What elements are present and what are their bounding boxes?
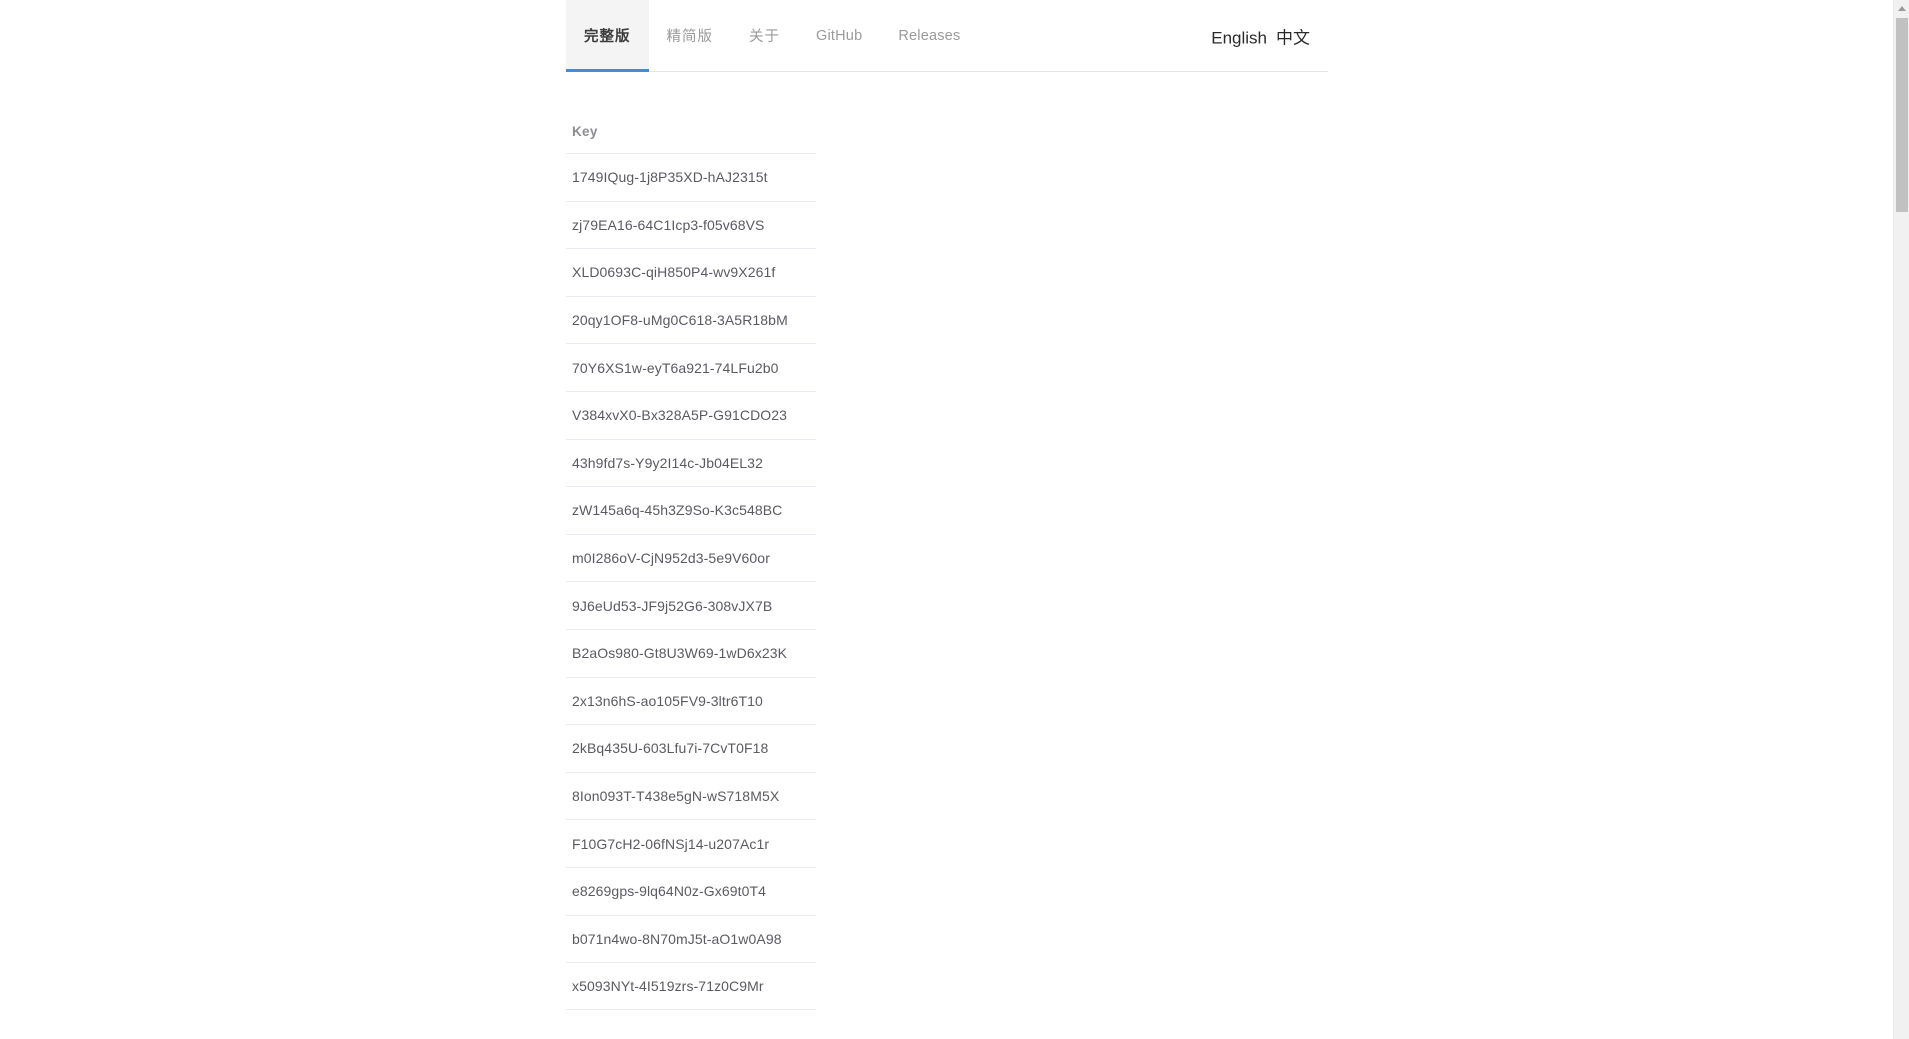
table-row[interactable]: x5093NYt-4I519zrs-71z0C9Mr [566, 962, 816, 1010]
table-row[interactable]: 8Ion093T-T438e5gN-wS718M5X [566, 771, 816, 820]
tab-full[interactable]: 完整版 [566, 0, 649, 72]
language-option-english[interactable]: English [1211, 28, 1267, 48]
language-option-chinese[interactable]: 中文 [1276, 23, 1310, 48]
page-scrollbar[interactable] [1893, 0, 1909, 1039]
language-switcher: English 中文 [1211, 23, 1310, 48]
table-row[interactable]: e8269gps-9lq64N0z-Gx69t0T4 [566, 866, 816, 915]
table-row[interactable]: 2x13n6hS-ao105FV9-3ltr6T10 [566, 676, 816, 725]
table-row[interactable]: V384xvX0-Bx328A5P-G91CDO23 [566, 390, 816, 439]
key-table: Key 1749IQug-1j8P35XD-hAJ2315t zj79EA16-6… [566, 112, 816, 1010]
table-row[interactable]: 20qy1OF8-uMg0C618-3A5R18bM [566, 295, 816, 344]
table-row[interactable]: m0I286oV-CjN952d3-5e9V60or [566, 533, 816, 582]
table-row[interactable]: B2aOs980-Gt8U3W69-1wD6x23K [566, 628, 816, 677]
table-header-key: Key [572, 124, 598, 139]
table-row[interactable]: zj79EA16-64C1Icp3-f05v68VS [566, 200, 816, 249]
top-navigation-bar: 完整版 精简版 关于 GitHub Releases English 中文 [566, 0, 1328, 72]
table-row[interactable]: 43h9fd7s-Y9y2I14c-Jb04EL32 [566, 438, 816, 487]
table-row[interactable]: zW145a6q-45h3Z9So-K3c548BC [566, 486, 816, 534]
tab-about[interactable]: 关于 [731, 0, 798, 71]
table-row[interactable]: XLD0693C-qiH850P4-wv9X261f [566, 248, 816, 296]
table-row[interactable]: b071n4wo-8N70mJ5t-aO1w0A98 [566, 914, 816, 963]
table-row[interactable]: 70Y6XS1w-eyT6a921-74LFu2b0 [566, 343, 816, 391]
tab-releases[interactable]: Releases [880, 0, 978, 71]
content-column: 完整版 精简版 关于 GitHub Releases English 中文 Key 17… [566, 0, 1328, 1010]
table-row[interactable]: 2kBq435U-603Lfu7i-7CvT0F18 [566, 724, 816, 772]
table-row[interactable]: 1749IQug-1j8P35XD-hAJ2315t [566, 153, 816, 201]
page-root: 完整版 精简版 关于 GitHub Releases English 中文 Key 17… [0, 0, 1909, 1039]
table-row[interactable]: F10G7cH2-06fNSj14-u207Ac1r [566, 819, 816, 867]
tab-lite[interactable]: 精简版 [649, 0, 732, 71]
table-body: 1749IQug-1j8P35XD-hAJ2315t zj79EA16-64C1I… [566, 153, 816, 1010]
tab-list: 完整版 精简版 关于 GitHub Releases [566, 0, 978, 72]
scrollbar-thumb[interactable] [1896, 18, 1908, 212]
table-row[interactable]: 9J6eUd53-JF9j52G6-308vJX7B [566, 581, 816, 629]
tab-github[interactable]: GitHub [798, 0, 880, 71]
scroll-up-arrow-icon[interactable] [1894, 0, 1909, 16]
